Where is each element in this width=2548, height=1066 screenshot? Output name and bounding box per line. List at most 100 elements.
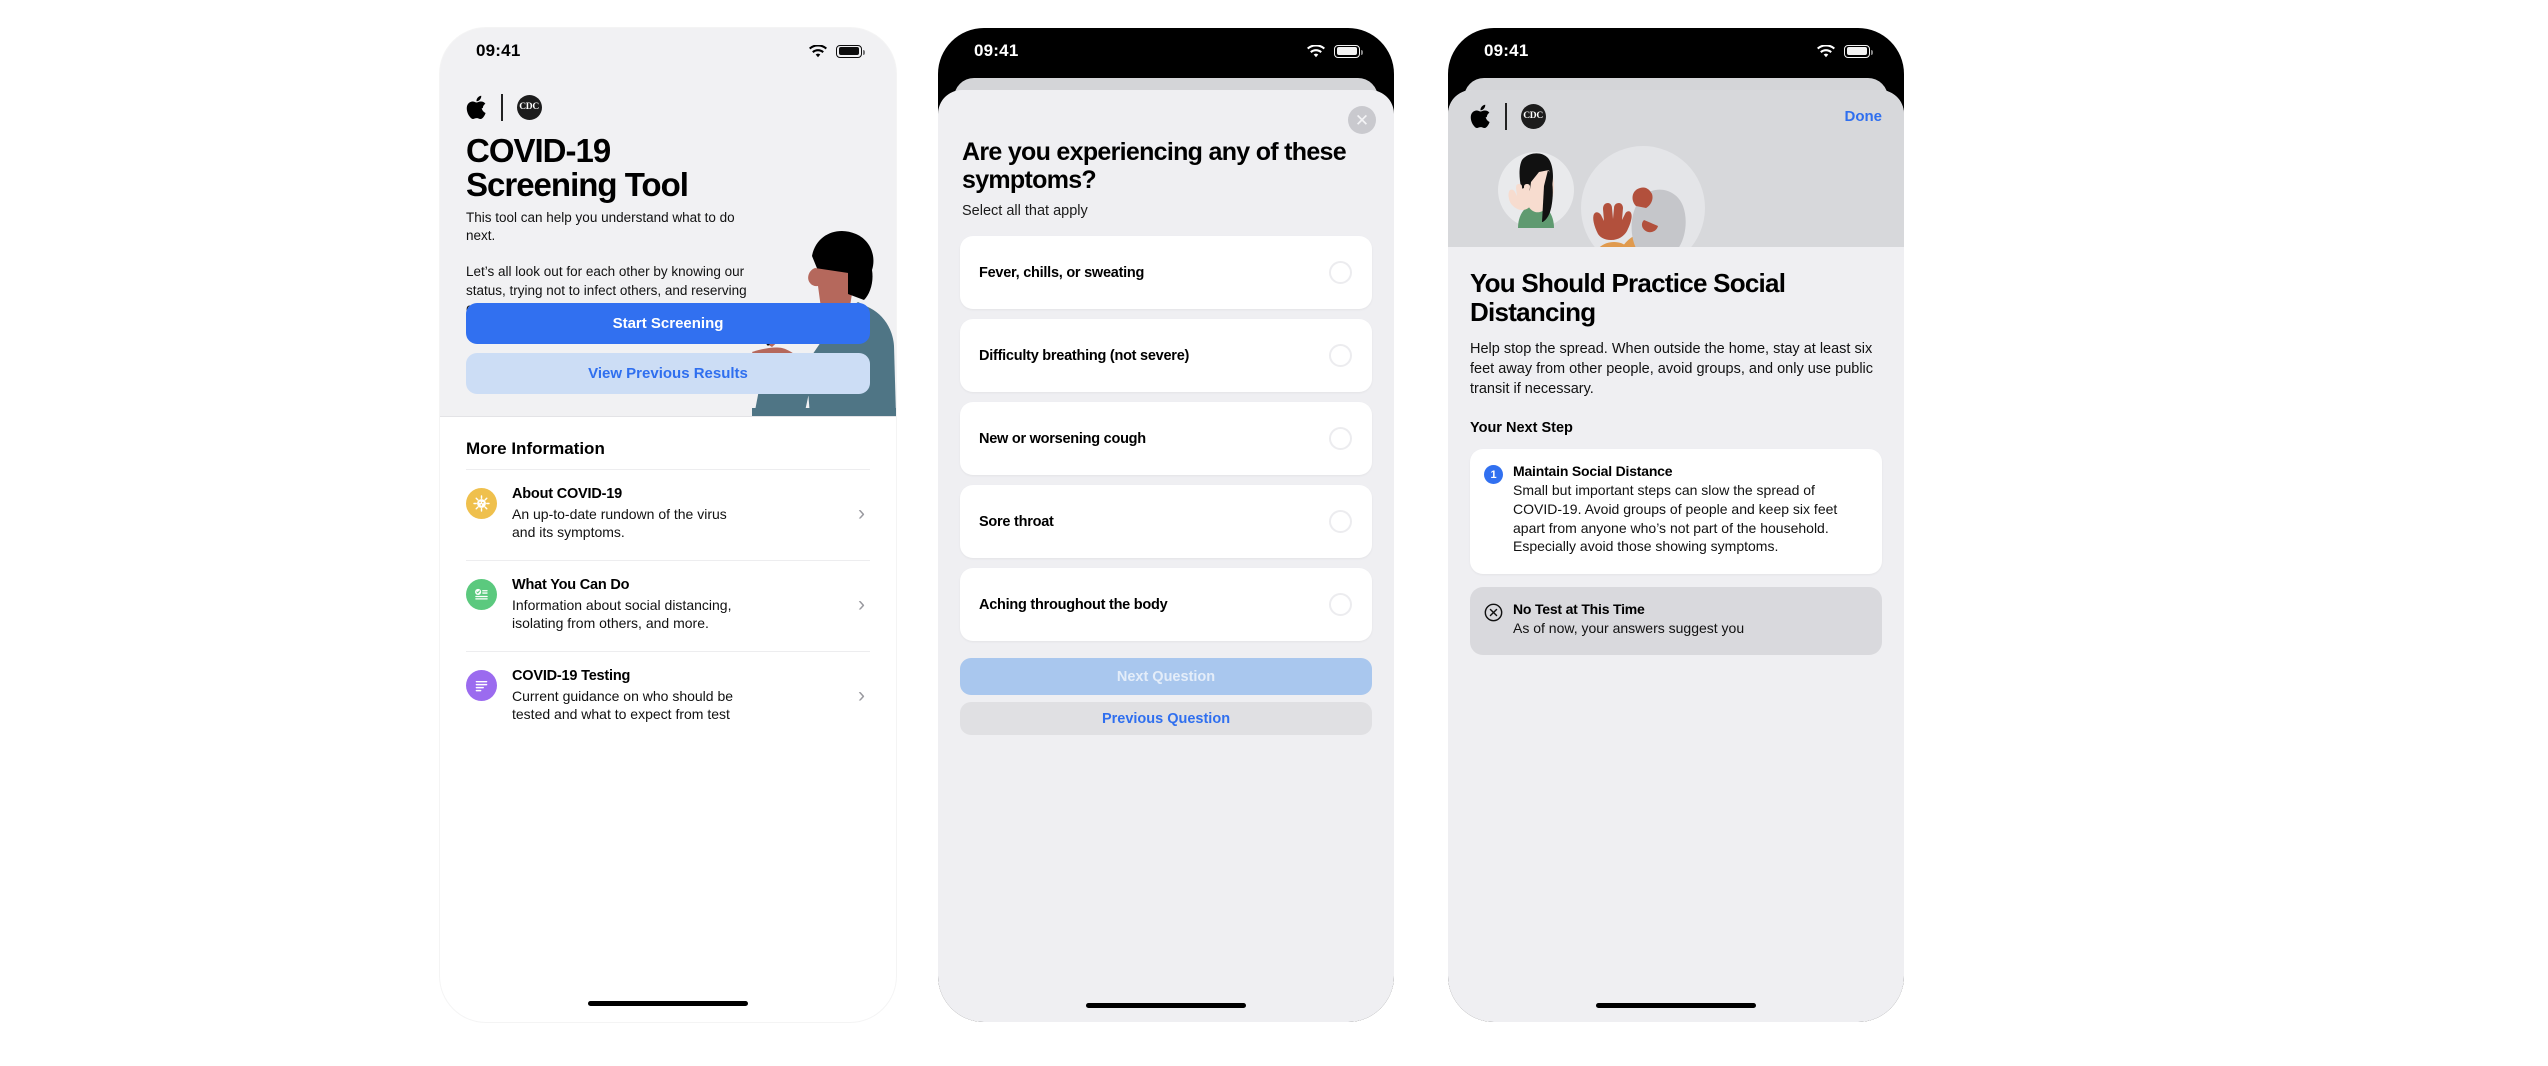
apple-logo-icon <box>1470 104 1490 128</box>
checklist-icon <box>466 578 497 610</box>
brand-row: CDC <box>466 74 870 126</box>
more-information-section: More Information About COVID-19 An up-to… <box>440 417 896 1022</box>
list-item-text: What You Can Do Information about social… <box>512 577 843 633</box>
question-title: Are you experiencing any of these sympto… <box>962 138 1347 194</box>
symptom-label: Difficulty breathing (not severe) <box>979 347 1190 364</box>
wifi-icon <box>809 44 827 57</box>
result-header: CDC Done <box>1448 90 1904 136</box>
status-bar: 09:41 <box>938 28 1394 74</box>
symptom-label: Fever, chills, or sweating <box>979 264 1145 281</box>
status-icons <box>1817 44 1874 58</box>
chevron-right-icon: › <box>858 502 865 526</box>
status-icons <box>1307 44 1364 58</box>
phone2-screen: ✕ Are you experiencing any of these symp… <box>938 74 1394 1022</box>
symptom-radio[interactable] <box>1329 593 1352 616</box>
question-sheet: ✕ Are you experiencing any of these symp… <box>938 90 1394 1022</box>
status-icons <box>809 44 866 58</box>
battery-icon <box>836 44 866 58</box>
status-bar: 09:41 <box>440 28 896 74</box>
start-screening-button[interactable]: Start Screening <box>466 303 870 344</box>
list-item-text: COVID-19 Testing Current guidance on who… <box>512 668 843 724</box>
done-button[interactable]: Done <box>1845 108 1883 125</box>
step-number-badge: 1 <box>1484 465 1503 485</box>
symptom-option[interactable]: Fever, chills, or sweating <box>960 236 1372 309</box>
hero-section: CDC COVID-19 Screening Tool This tool ca… <box>440 74 896 417</box>
chevron-right-icon: › <box>858 593 865 617</box>
next-step-label: Your Next Step <box>1470 420 1573 437</box>
battery-icon <box>1334 44 1364 58</box>
home-indicator <box>588 1001 748 1006</box>
symptom-label: Aching throughout the body <box>979 596 1168 613</box>
list-item-desc: An up-to-date rundown of the virus and i… <box>512 506 727 541</box>
status-time: 09:41 <box>1484 41 1529 60</box>
chevron-right-icon: › <box>858 684 865 708</box>
symptom-label: New or worsening cough <box>979 430 1146 447</box>
result-headline: You Should Practice Social Distancing <box>1470 268 1786 327</box>
page-title-line2: Screening Tool <box>466 165 689 203</box>
list-item-about-covid[interactable]: About COVID-19 An up-to-date rundown of … <box>466 469 870 560</box>
cdc-logo-icon: CDC <box>516 94 542 120</box>
more-information-title: More Information <box>466 439 605 458</box>
status-bar: 09:41 <box>1448 28 1904 74</box>
result-description: Help stop the spread. When outside the h… <box>1470 341 1874 397</box>
symptom-option[interactable]: Aching throughout the body <box>960 568 1372 641</box>
question-actions: Next Question Previous Question <box>938 651 1394 735</box>
apple-logo-icon <box>466 95 486 119</box>
status-time: 09:41 <box>476 41 521 60</box>
close-icon[interactable]: ✕ <box>1348 106 1376 134</box>
brand-row: CDC <box>1470 102 1546 130</box>
symptom-option[interactable]: New or worsening cough <box>960 402 1372 475</box>
notice-card-desc: As of now, your answers suggest you <box>1513 619 1745 636</box>
symptom-label: Sore throat <box>979 513 1054 530</box>
symptom-option[interactable]: Difficulty breathing (not severe) <box>960 319 1372 392</box>
view-previous-results-button[interactable]: View Previous Results <box>466 353 870 394</box>
result-body: You Should Practice Social Distancing He… <box>1448 247 1904 656</box>
symptom-radio[interactable] <box>1329 261 1352 284</box>
wifi-icon <box>1817 44 1835 57</box>
result-sheet: CDC Done You Should Practice Social Dist… <box>1448 90 1904 1022</box>
brand-divider <box>1505 102 1507 130</box>
page-title: COVID-19 Screening Tool <box>466 134 870 201</box>
phone3-screen: CDC Done You Should Practice Social Dist… <box>1448 74 1904 1022</box>
step-card-text: Maintain Social Distance Small but impor… <box>1513 463 1866 555</box>
x-circle-icon <box>1484 603 1503 622</box>
step-card-title: Maintain Social Distance <box>1513 463 1673 480</box>
document-lines-icon <box>466 669 497 701</box>
symptom-radio[interactable] <box>1329 510 1352 533</box>
hero-lede: This tool can help you understand what t… <box>466 210 735 244</box>
question-subtitle: Select all that apply <box>962 203 1088 219</box>
list-item-title: COVID-19 Testing <box>512 667 631 684</box>
battery-icon <box>1844 44 1874 58</box>
no-test-notice-card[interactable]: No Test at This Time As of now, your ans… <box>1470 586 1882 656</box>
list-item-covid-testing[interactable]: COVID-19 Testing Current guidance on who… <box>466 650 870 742</box>
list-item-desc: Current guidance on who should be tested… <box>512 687 734 723</box>
virus-icon <box>466 488 497 519</box>
symptom-option[interactable]: Sore throat <box>960 485 1372 558</box>
phone-mockup-screening-home: 09:41 CDC COVID-19 Screening Tool This t… <box>440 28 896 1022</box>
phone-mockup-result: 09:41 CDC Done You Should Practice Socia… <box>1448 28 1904 1022</box>
list-item-title: What You Can Do <box>512 576 630 593</box>
notice-card-text: No Test at This Time As of now, your ans… <box>1513 601 1744 638</box>
notice-card-title: No Test at This Time <box>1513 600 1645 617</box>
home-indicator <box>1086 1003 1246 1008</box>
previous-question-button[interactable]: Previous Question <box>960 702 1372 735</box>
next-question-button[interactable]: Next Question <box>960 658 1372 695</box>
next-step-card[interactable]: 1 Maintain Social Distance Small but imp… <box>1470 449 1882 574</box>
phone1-screen: CDC COVID-19 Screening Tool This tool ca… <box>440 74 896 1022</box>
cdc-logo-icon: CDC <box>1520 103 1546 129</box>
status-time: 09:41 <box>974 41 1019 60</box>
step-card-desc: Small but important steps can slow the s… <box>1513 482 1838 555</box>
phone-mockup-symptom-question: 09:41 ✕ Are you experiencing any of thes… <box>938 28 1394 1022</box>
list-item-text: About COVID-19 An up-to-date rundown of … <box>512 486 843 542</box>
social-distancing-illustration <box>1448 136 1904 247</box>
home-indicator <box>1596 1003 1756 1008</box>
list-item-title: About COVID-19 <box>512 486 622 502</box>
symptom-radio[interactable] <box>1329 427 1352 450</box>
symptom-radio[interactable] <box>1329 344 1352 367</box>
page-title-line1: COVID-19 <box>466 132 611 169</box>
screenshot-stage: 09:41 CDC COVID-19 Screening Tool This t… <box>0 0 2548 1066</box>
hero-actions: Start Screening View Previous Results <box>466 303 870 394</box>
wifi-icon <box>1307 44 1325 57</box>
list-item-desc: Information about social distancing, iso… <box>512 596 732 632</box>
list-item-what-you-can-do[interactable]: What You Can Do Information about social… <box>466 559 870 651</box>
